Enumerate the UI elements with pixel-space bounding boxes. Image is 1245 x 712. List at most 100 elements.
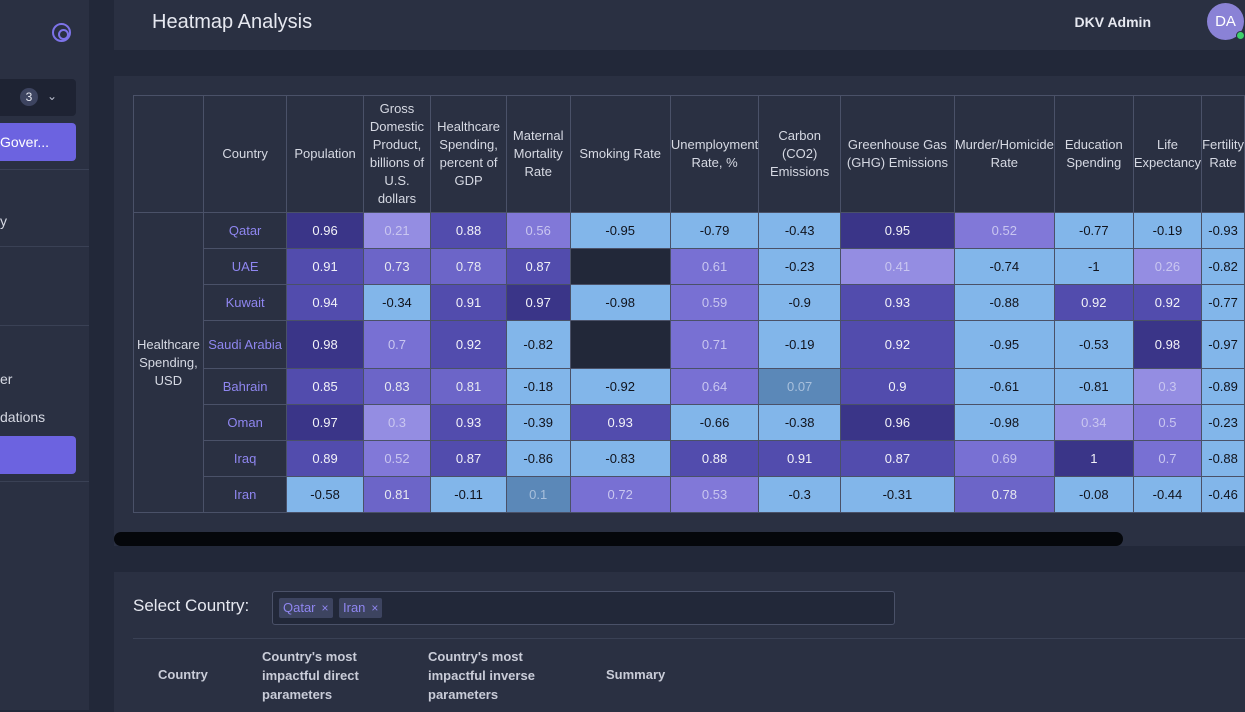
heatmap-cell: 0.87 [840, 440, 955, 477]
row-group-label: Healthcare Spending, USD [133, 212, 204, 513]
country-cell[interactable]: Saudi Arabia [202, 320, 288, 369]
column-header: Country [202, 95, 288, 213]
heatmap-cell: 0.94 [286, 284, 364, 321]
heatmap-cell: 0.53 [669, 476, 760, 513]
online-status-dot [1236, 31, 1245, 40]
country-cell[interactable]: Bahrain [202, 368, 288, 405]
country-cell[interactable]: Iran [202, 476, 288, 513]
heatmap-cell: -0.74 [953, 248, 1055, 285]
heatmap-cell: 0.95 [840, 212, 955, 249]
heatmap-cell: 0.96 [840, 404, 955, 441]
heatmap-cell: -0.44 [1132, 476, 1203, 513]
heatmap-cell: 0.92 [840, 320, 955, 369]
sidebar-item[interactable]: dations [0, 409, 45, 425]
column-header: Summary [606, 667, 666, 682]
sidebar-item[interactable]: er [0, 371, 12, 387]
heatmap-cell: 0.3 [362, 404, 432, 441]
table-divider [133, 638, 1245, 639]
sidebar-item-active[interactable] [0, 436, 76, 474]
filter-select[interactable]: 3 ⌄ [0, 79, 76, 116]
country-cell[interactable]: Kuwait [202, 284, 288, 321]
filter-count-badge: 3 [20, 88, 38, 106]
heatmap-cell: -0.83 [569, 440, 671, 477]
chip-label: Qatar [283, 600, 316, 615]
heatmap-cell: 0.98 [286, 320, 364, 369]
heatmap-cell: -0.39 [505, 404, 571, 441]
country-cell[interactable]: UAE [202, 248, 288, 285]
heatmap-cell: 0.9 [840, 368, 955, 405]
heatmap-cell: -0.88 [1201, 440, 1245, 477]
heatmap-cell: -0.86 [505, 440, 571, 477]
heatmap-cell: 0.73 [362, 248, 432, 285]
heatmap-cell: 0.1 [505, 476, 571, 513]
heatmap-cell: -0.46 [1201, 476, 1245, 513]
heatmap-cell: 0.88 [669, 440, 760, 477]
heatmap-cell: -0.82 [505, 320, 571, 369]
table-row: Kuwait 0.94 -0.34 0.91 0.97 -0.98 0.59 -0.9 0.93… [134, 284, 1245, 321]
sidebar: 3 ⌄ Gover... y er dations [0, 0, 89, 710]
heatmap-cell: 0.3 [1132, 368, 1203, 405]
remove-chip-icon[interactable]: × [371, 601, 378, 615]
horizontal-scrollbar[interactable] [114, 532, 1123, 546]
gov-button[interactable]: Gover... [0, 123, 76, 161]
heatmap-cell: -0.08 [1053, 476, 1134, 513]
heatmap-cell: -0.11 [430, 476, 507, 513]
remove-chip-icon[interactable]: × [322, 601, 329, 615]
sidebar-divider [0, 325, 89, 326]
heatmap-cell: 0.72 [569, 476, 671, 513]
heatmap-cell: -0.18 [505, 368, 571, 405]
column-header: Healthcare Spending, percent of GDP [430, 95, 507, 213]
column-header: Carbon (CO2) Emissions [758, 95, 842, 213]
chip-label: Iran [343, 600, 366, 615]
column-header: Population [286, 95, 364, 213]
heatmap-cell: -0.66 [669, 404, 760, 441]
country-chip[interactable]: Qatar × [279, 598, 333, 618]
heatmap-cell: 0.91 [430, 284, 507, 321]
heatmap-cell: -0.95 [569, 212, 671, 249]
heatmap-cell: -0.98 [953, 404, 1055, 441]
country-cell[interactable]: Qatar [202, 212, 288, 249]
table-row: Oman 0.97 0.3 0.93 -0.39 0.93 -0.66 -0.38 0.96 -0… [134, 404, 1245, 441]
country-chip[interactable]: Iran × [339, 598, 383, 618]
column-header: Fertility Rate [1201, 95, 1245, 213]
heatmap-cell [569, 248, 671, 285]
heatmap-cell: 0.21 [362, 212, 432, 249]
heatmap-cell: 0.69 [953, 440, 1055, 477]
column-header: Smoking Rate [569, 95, 671, 213]
heatmap-cell: 0.89 [286, 440, 364, 477]
heatmap-cell: 0.97 [286, 404, 364, 441]
country-selector-panel: Select Country: Qatar × Iran × Country Cou… [114, 572, 1245, 712]
heatmap-cell: 0.34 [1053, 404, 1134, 441]
heatmap-cell: -0.93 [1201, 212, 1245, 249]
heatmap-cell: 0.71 [669, 320, 760, 369]
target-icon[interactable] [52, 23, 71, 42]
heatmap-cell: -0.79 [669, 212, 760, 249]
heatmap-cell: 0.5 [1132, 404, 1203, 441]
heatmap-cell: 0.92 [1132, 284, 1203, 321]
heatmap-cell: 1 [1053, 440, 1134, 477]
heatmap-cell: -0.77 [1053, 212, 1134, 249]
heatmap-cell: 0.98 [1132, 320, 1203, 369]
heatmap-cell: 0.92 [1053, 284, 1134, 321]
sidebar-item[interactable]: y [0, 213, 7, 229]
column-header: Country's most impactful inverse paramet… [428, 649, 535, 702]
country-cell[interactable]: Iraq [202, 440, 288, 477]
country-cell[interactable]: Oman [202, 404, 288, 441]
heatmap-cell: 0.78 [953, 476, 1055, 513]
heatmap-cell: -0.58 [286, 476, 364, 513]
page-title: Heatmap Analysis [152, 11, 313, 33]
heatmap-cell: 0.91 [758, 440, 842, 477]
select-country-label: Select Country: [133, 596, 250, 615]
heatmap-cell: 0.61 [669, 248, 760, 285]
table-row: Iraq 0.89 0.52 0.87 -0.86 -0.83 0.88 0.91 0.87 0.… [134, 440, 1245, 477]
heatmap-cell: 0.78 [430, 248, 507, 285]
heatmap-cell: 0.87 [505, 248, 571, 285]
chevron-down-icon[interactable]: ⌄ [47, 89, 57, 103]
heatmap-cell: -0.9 [758, 284, 842, 321]
heatmap-cell: -0.38 [758, 404, 842, 441]
country-multiselect[interactable]: Qatar × Iran × [272, 591, 895, 625]
user-name[interactable]: DKV Admin [1075, 14, 1151, 30]
heatmap-cell: 0.56 [505, 212, 571, 249]
heatmap-cell: 0.81 [362, 476, 432, 513]
heatmap-cell: 0.81 [430, 368, 507, 405]
